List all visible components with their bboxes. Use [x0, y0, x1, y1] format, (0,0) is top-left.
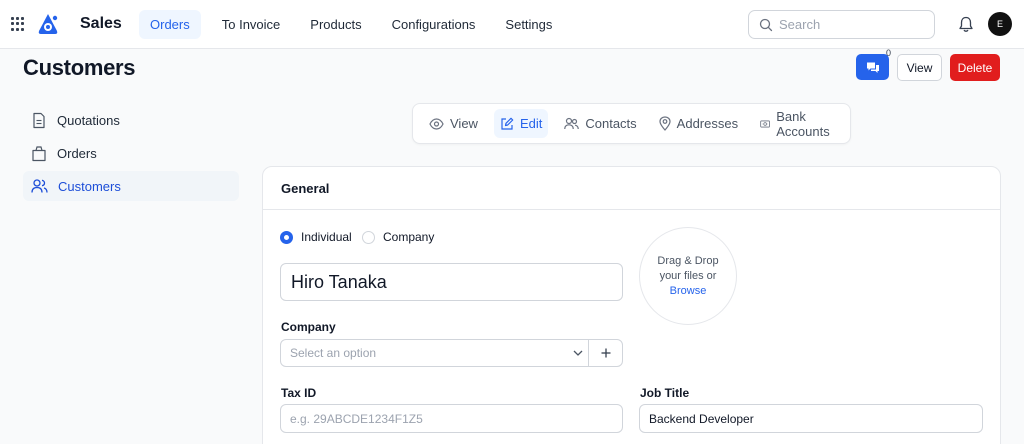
- delete-button[interactable]: Delete: [950, 54, 1000, 81]
- tab-bank-accounts[interactable]: Bank Accounts: [754, 108, 840, 139]
- radio-individual[interactable]: Individual: [280, 230, 352, 244]
- radio-checked-icon: [280, 230, 293, 244]
- add-company-button[interactable]: [588, 340, 622, 366]
- search-icon: [759, 18, 773, 31]
- sidebar-item-quotations[interactable]: Quotations: [23, 105, 239, 135]
- tab-label: Contacts: [585, 116, 637, 131]
- tab-addresses[interactable]: Addresses: [653, 109, 744, 138]
- view-button[interactable]: View: [897, 54, 942, 81]
- app-grid-icon[interactable]: [11, 17, 25, 31]
- app-title: Sales: [80, 15, 122, 32]
- nav-products[interactable]: Products: [299, 10, 372, 39]
- dropzone-text-2: your files or: [659, 269, 717, 282]
- general-card: General: [262, 166, 1001, 444]
- top-bar: Sales Orders To Invoice Products Configu…: [0, 0, 1024, 49]
- dropzone-text-1: Drag & Drop: [657, 254, 719, 267]
- users-icon: [31, 179, 48, 193]
- nav-settings[interactable]: Settings: [494, 10, 563, 39]
- main-nav: Orders To Invoice Products Configuration…: [139, 10, 571, 39]
- tab-label: Bank Accounts: [776, 108, 830, 139]
- company-select-value[interactable]: Select an option: [281, 340, 568, 366]
- tax-id-label: Tax ID: [281, 386, 317, 400]
- nav-to-invoice[interactable]: To Invoice: [211, 10, 292, 39]
- sidebar-item-label: Orders: [57, 145, 97, 161]
- file-dropzone[interactable]: Drag & Drop your files or Browse: [639, 227, 737, 325]
- tab-edit[interactable]: Edit: [493, 109, 549, 138]
- name-field[interactable]: Hiro Tanaka: [280, 263, 623, 301]
- tab-contacts[interactable]: Contacts: [558, 109, 642, 138]
- bank-icon: [760, 120, 770, 127]
- radio-label: Individual: [301, 230, 352, 244]
- sidebar-item-orders[interactable]: Orders: [23, 138, 239, 168]
- bag-icon: [32, 145, 46, 161]
- browse-link[interactable]: Browse: [670, 284, 707, 299]
- chat-icon: [866, 62, 879, 73]
- company-label: Company: [281, 320, 336, 334]
- radio-company[interactable]: Company: [362, 230, 434, 244]
- page-title: Customers: [23, 55, 136, 80]
- record-tabs: View Edit Contacts Addresses Bank Accoun…: [412, 103, 851, 144]
- sidebar-item-label: Quotations: [57, 112, 120, 128]
- search-box[interactable]: [748, 10, 935, 39]
- sidebar-item-customers[interactable]: Customers: [23, 171, 239, 201]
- tab-label: View: [450, 116, 478, 131]
- nav-configurations[interactable]: Configurations: [381, 10, 487, 39]
- document-icon: [33, 112, 45, 128]
- job-title-label: Job Title: [640, 386, 690, 400]
- tax-id-field[interactable]: e.g. 29ABCDE1234F1Z5: [280, 404, 623, 433]
- chat-button[interactable]: [856, 54, 889, 80]
- chat-count-badge: 0: [886, 48, 892, 58]
- user-avatar[interactable]: E: [988, 12, 1012, 36]
- tab-label: Addresses: [676, 116, 739, 131]
- map-pin-icon: [659, 116, 671, 131]
- job-title-field[interactable]: Backend Developer: [639, 404, 983, 433]
- bell-icon[interactable]: [958, 16, 974, 33]
- users-icon: [564, 117, 580, 130]
- radio-label: Company: [383, 230, 435, 244]
- eye-icon: [429, 117, 444, 130]
- app-logo-icon[interactable]: [36, 12, 60, 36]
- chevron-down-icon[interactable]: [568, 350, 588, 356]
- sidebar-item-label: Customers: [58, 178, 121, 194]
- company-select: Select an option: [280, 339, 623, 367]
- search-input[interactable]: [779, 17, 919, 32]
- section-title: General: [263, 167, 1000, 210]
- plus-icon: [601, 348, 610, 358]
- nav-orders[interactable]: Orders: [139, 10, 201, 39]
- radio-unchecked-icon: [362, 230, 375, 244]
- tab-view[interactable]: View: [423, 109, 484, 138]
- edit-icon: [501, 117, 514, 130]
- tab-label: Edit: [519, 116, 543, 131]
